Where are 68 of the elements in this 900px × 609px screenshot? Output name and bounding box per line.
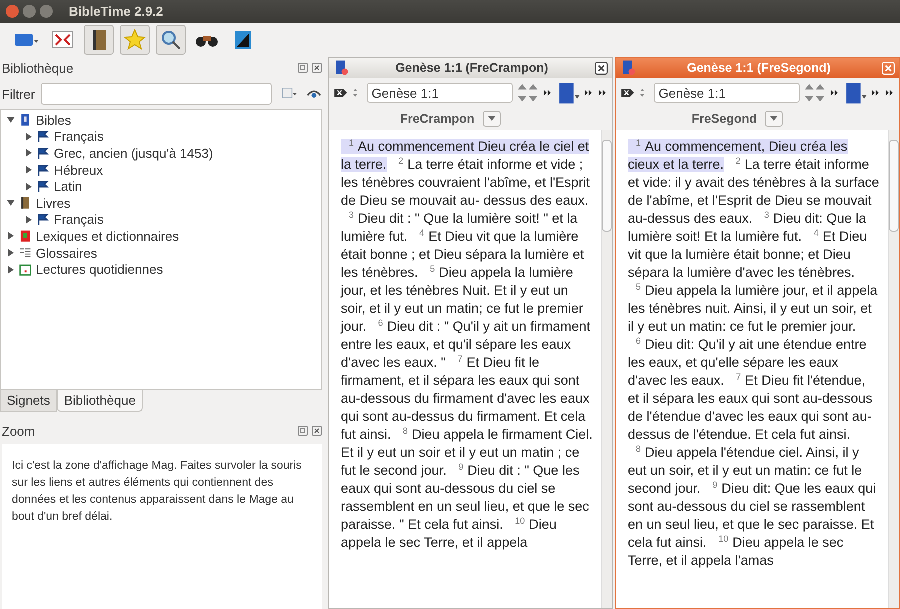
more-icon	[598, 88, 608, 98]
more-icon	[885, 88, 896, 98]
bible-text: $^{1}$ Au commencement Dieu créa le ciel et la terre. $^{2}$ La terre était informe et vide ; les ténèbres couvraient l'abîme, et l'Esprit de Dieu se mouvait au- dessus des eaux. $^{3}$ Dieu dit : " Que la lumière soit! " et la lumière fut. $^{4}$ Et Dieu vit que la lumière était bonne ; et Dieu sépara la lumière et les ténèbres. $^{5}$ Dieu appela la lumière jour, et les ténèbres Nuit. Et il y eut un soir, et il y eut un matin; ce fut le premier jour. $^{6}$ Dieu dit : " Qu'il y ait un firmament entre les eaux, et qu'il sépare les eaux d'avec les eaux. " $^{7}$ Et Dieu fit le firmament, et il sépara les eaux qui sont au-dessous du firmament d'avec les eaux qui sont au-dessus du firmament. Et cela fut ainsi. $^{8}$ Dieu appela le firmament Ciel. Et il y eut un soir et il y eut un matin ; ce fut le second jour. $^{9}$ Dieu dit : " Que les eaux qui sont au-dessous du ciel se rassemblent en un seul lieu, et que le sec paraisse. " Et cela fut ainsi. $^{10}$ Dieu appela le sec Terre, et il appela	[340, 137, 594, 552]
close-icon[interactable]	[594, 62, 608, 74]
scrollbar[interactable]	[601, 130, 612, 608]
tree-item[interactable]: Hébreux	[54, 162, 104, 178]
panel-title: Bibliothèque	[2, 60, 74, 76]
module-name: FreCrampon	[400, 112, 475, 126]
shrink-arrows-icon	[52, 30, 74, 50]
reference-field[interactable]: Genèse 1:1	[654, 83, 800, 103]
tree-item[interactable]: Livres	[36, 196, 71, 211]
more-icon	[871, 88, 882, 98]
module-dropdown[interactable]	[765, 111, 784, 127]
info-text: Ici c'est la zone d'affichage Mag. Faites survoler la souris sur les liens et autres éléments qui contiennent des données et les contenus apparaissent dans le Mage au bout d'un bref délai.	[12, 460, 302, 523]
tree-item[interactable]: Français	[54, 212, 104, 228]
bible-icon	[333, 60, 349, 76]
more-icon	[542, 88, 552, 98]
star-icon	[124, 29, 146, 51]
flag-icon	[37, 180, 50, 194]
bible-icon	[19, 113, 32, 128]
flag-icon	[37, 164, 50, 177]
expanded-arrow-icon[interactable]	[7, 116, 15, 124]
filter-field[interactable]	[41, 83, 272, 105]
close-icon[interactable]	[312, 426, 322, 436]
close-icon[interactable]	[312, 63, 322, 73]
tab[interactable]: Signets	[0, 390, 58, 412]
mag-button[interactable]	[156, 25, 186, 55]
more-icon	[830, 88, 840, 98]
float-icon[interactable]	[298, 63, 308, 73]
collapsed-arrow-icon[interactable]	[25, 216, 33, 224]
expanded-arrow-icon[interactable]	[7, 199, 15, 208]
book-icon	[19, 196, 32, 210]
panel-title: Zoom	[2, 424, 36, 438]
tree-item[interactable]: Bibles	[36, 112, 72, 128]
spin-arrows-icon	[804, 82, 826, 104]
magnifier-icon	[160, 29, 182, 51]
filter-label: Filtrer	[2, 86, 36, 102]
tree-item[interactable]: Lectures quotidiennes	[36, 262, 164, 278]
tree-item[interactable]: Grec, ancien (jusqu'à 1453)	[54, 146, 214, 161]
dictionary-icon	[19, 229, 32, 244]
reader-title: Genèse 1:1 (FreCrampon)	[396, 61, 548, 75]
caret-icon	[770, 116, 778, 122]
document-icon	[233, 29, 253, 51]
tab[interactable]: Bibliothèque	[57, 390, 143, 412]
tree-item[interactable]: Français	[54, 129, 104, 144]
bible-text: $^{1}$ Au commencement, Dieu créa les cieux et la terre. $^{2}$ La terre était informe et vide: il y avait des ténèbres à la surface de l'abîme, et l'Esprit de Dieu se mouvait au-dessus des eaux. $^{3}$ Dieu dit: Que la lumière soit! Et la lumière fut. $^{4}$ Et Dieu vit que la lumière était bonne; et Dieu sépara la lumière d'avec les ténèbres. $^{5}$ Dieu appela la lumière jour, et il appela les ténèbres nuit. Ainsi, il y eut un soir, et il y eut un matin: ce fut le premier jour. $^{6}$ Dieu dit: Qu'il y ait une étendue entre les eaux, et qu'elle sépare les eaux d'avec les eaux. $^{7}$ Et Dieu fit l'étendue, et il sépara les eaux qui sont au-dessous de l'étendue d'avec les eaux qui sont au-dessus de l'étendue. Et cela fut ainsi. $^{8}$ Dieu appela l'étendue ciel. Ainsi, il y eut un soir, et il y eut un matin: ce fut le second jour. $^{9}$ Dieu dit: Que les eaux qui sont au-dessous du ciel se rassemblent en un seul lieu, et que le sec paraisse. Et cela fut ainsi. $^{10}$ Dieu appela le sec Terre, et il appela l'amas	[627, 137, 880, 570]
reference-field[interactable]: Genèse 1:1	[366, 83, 513, 103]
more-icon	[584, 88, 594, 98]
caret-icon	[488, 116, 496, 122]
bookshelf-button[interactable]	[84, 25, 114, 55]
minimize-icon[interactable]	[23, 5, 36, 18]
module-name: FreSegond	[692, 112, 758, 126]
glossary-icon	[19, 246, 32, 260]
tree-item[interactable]: Latin	[54, 179, 82, 194]
flag-icon	[37, 213, 50, 226]
calendar-icon	[19, 262, 32, 277]
float-icon[interactable]	[298, 426, 308, 436]
tree-item[interactable]: Lexiques et dictionnaires	[36, 228, 180, 244]
flag-icon	[37, 146, 50, 160]
tree-item[interactable]: Glossaires	[36, 246, 98, 261]
spin-arrows-icon	[516, 82, 539, 104]
maximize-icon[interactable]	[40, 5, 53, 18]
flag-icon	[37, 130, 50, 144]
bible-icon	[620, 60, 636, 76]
window-title: BibleTime 2.9.2	[69, 4, 164, 19]
scrollbar[interactable]	[888, 130, 899, 608]
reader-title: Genèse 1:1 (FreSegond)	[687, 61, 831, 75]
module-dropdown[interactable]	[482, 111, 501, 127]
